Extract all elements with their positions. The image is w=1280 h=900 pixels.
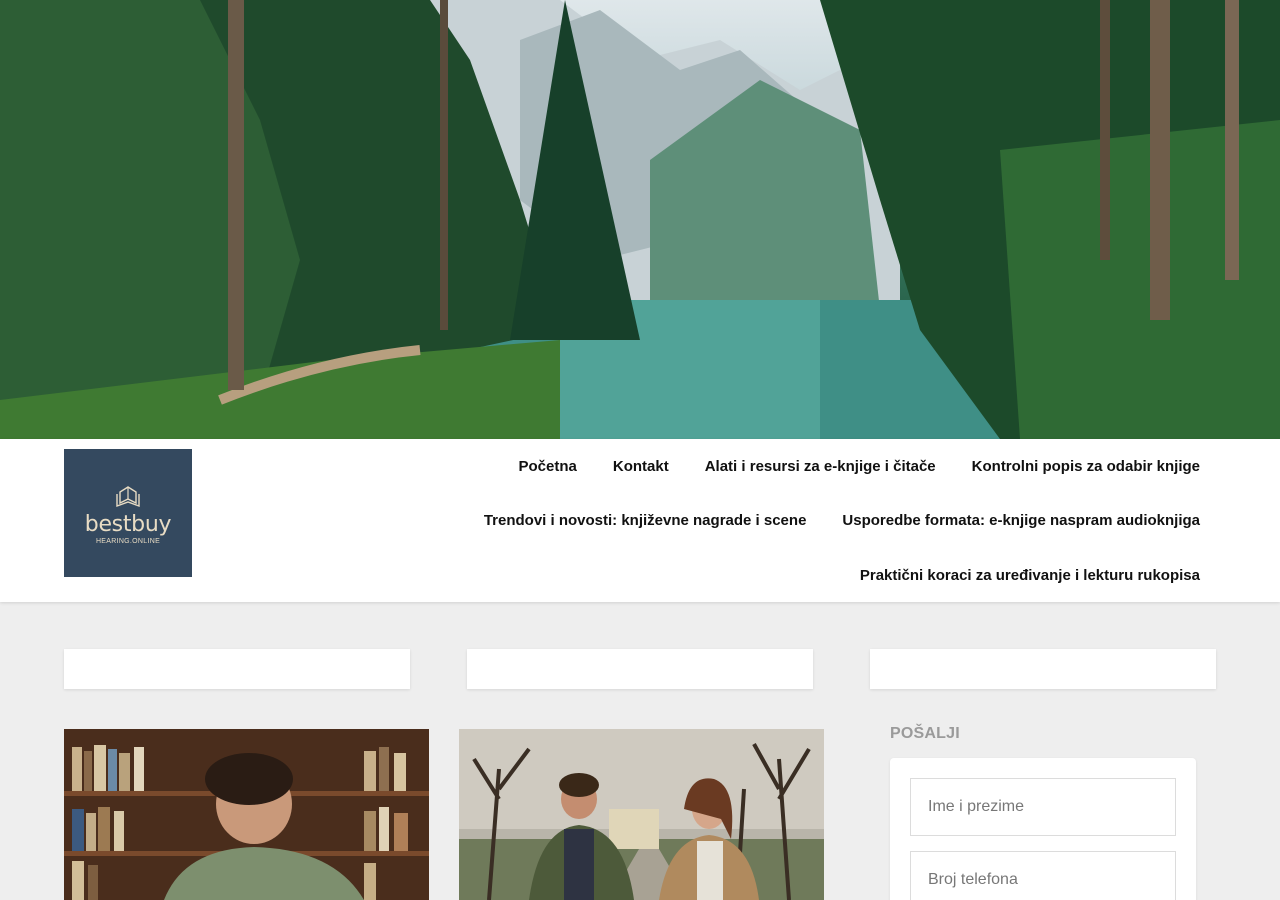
logo-name: bestbuy <box>84 511 172 537</box>
nav-row-1: Početna Kontakt Alati i resursi za e-knj… <box>440 439 1200 494</box>
nav-item-kontakt[interactable]: Kontakt <box>613 458 669 475</box>
nav-row-3: Praktični koraci za uređivanje i lekturu… <box>440 548 1200 603</box>
logo-subtitle: HEARING.ONLINE <box>95 538 161 546</box>
nav-item-prakticni-koraci[interactable]: Praktični koraci za uređivanje i lekturu… <box>860 567 1200 584</box>
open-book-logo-icon <box>116 486 140 507</box>
site-header: bestbuy HEARING.ONLINE Početna Kontakt A… <box>0 439 1280 602</box>
contact-form-card <box>890 758 1196 900</box>
nav-item-pocetna[interactable]: Početna <box>519 458 577 475</box>
sidebar-widget-title: POŠALJI <box>890 725 960 742</box>
nav-item-kontrolni-popis[interactable]: Kontrolni popis za odabir knjige <box>972 458 1200 475</box>
empty-widget-box-2 <box>467 649 813 689</box>
post-thumbnail-walking-couple[interactable] <box>459 729 824 900</box>
post-thumbnail-reading-man[interactable] <box>64 729 429 900</box>
empty-widget-box-1 <box>64 649 410 689</box>
hero-banner-image <box>0 0 1280 439</box>
nav-item-usporedbe[interactable]: Usporedbe formata: e-knjige naspram audi… <box>842 512 1200 529</box>
nav-item-trendovi[interactable]: Trendovi i novosti: književne nagrade i … <box>484 512 807 529</box>
nav-row-2: Trendovi i novosti: književne nagrade i … <box>440 494 1200 549</box>
phone-number-input[interactable] <box>910 851 1176 900</box>
main-navigation: Početna Kontakt Alati i resursi za e-knj… <box>440 439 1200 603</box>
nav-item-alati[interactable]: Alati i resursi za e-knjige i čitače <box>705 458 936 475</box>
full-name-input[interactable] <box>910 778 1176 836</box>
empty-widget-box-3 <box>870 649 1216 689</box>
site-logo[interactable]: bestbuy HEARING.ONLINE <box>64 449 192 577</box>
